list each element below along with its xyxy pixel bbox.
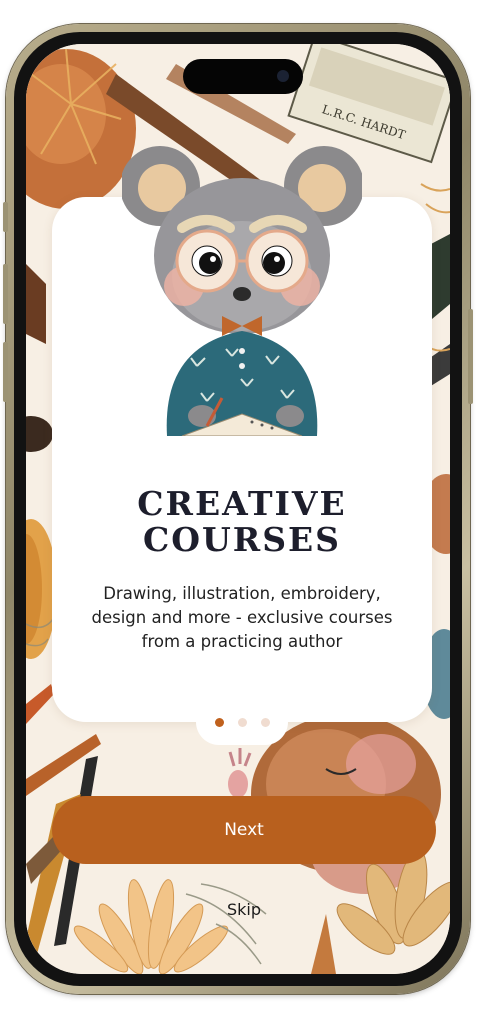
volume-down-button — [3, 342, 8, 402]
action-button — [3, 202, 8, 232]
camera-icon — [277, 70, 289, 82]
app-screen: L.R.C. HARDT CREATIVE COURSES Drawing, i… — [26, 44, 450, 974]
power-button — [468, 309, 473, 404]
skip-button[interactable]: Skip — [194, 896, 294, 924]
onboarding-title: CREATIVE COURSES — [52, 486, 432, 558]
page-dot-1[interactable] — [214, 717, 224, 727]
phone-frame: L.R.C. HARDT CREATIVE COURSES Drawing, i… — [3, 24, 473, 994]
volume-up-button — [3, 264, 8, 324]
next-button[interactable]: Next — [52, 796, 436, 864]
page-dot-2[interactable] — [237, 717, 247, 727]
mouse-with-glasses-illustration — [122, 146, 362, 436]
onboarding-description: Drawing, illustration, embroidery, desig… — [91, 584, 393, 651]
dynamic-island — [183, 59, 303, 94]
page-indicator — [196, 699, 288, 745]
page-dot-3[interactable] — [260, 717, 270, 727]
title-line-2: COURSES — [142, 520, 342, 559]
title-line-1: CREATIVE — [137, 484, 347, 523]
